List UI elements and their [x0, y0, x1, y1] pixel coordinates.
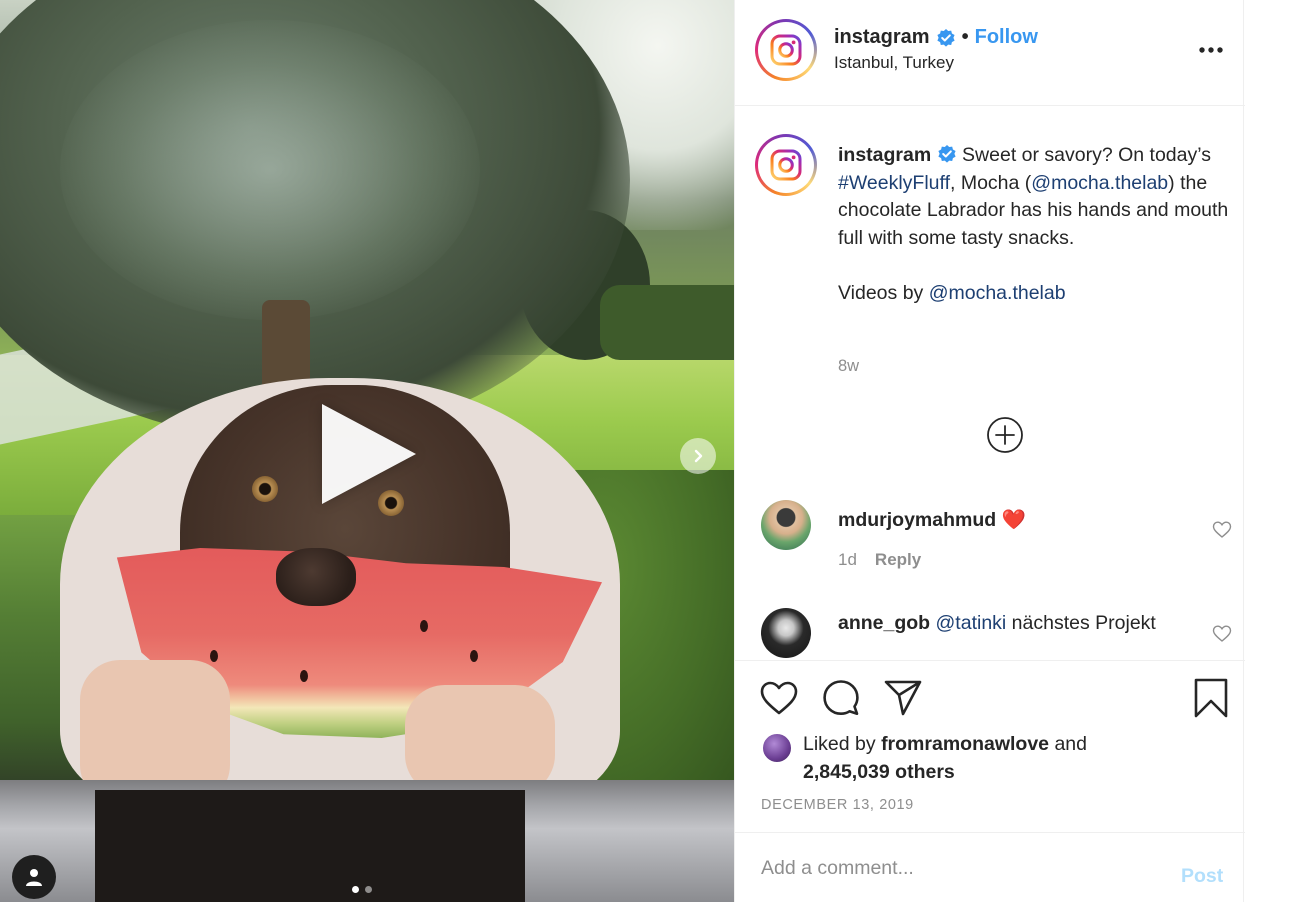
likes-middle: and [1049, 733, 1087, 755]
carousel-dot-active [352, 886, 359, 893]
action-bar [735, 662, 1245, 722]
add-comment-bar: Post [735, 832, 1245, 902]
author-row: instagram • Follow [834, 26, 1038, 49]
media-hedge [600, 285, 734, 360]
like-comment-icon[interactable] [1212, 520, 1232, 540]
comment-username[interactable]: anne_gob [838, 612, 930, 634]
media-hand-right [405, 685, 555, 795]
likes-prefix: Liked by [803, 733, 882, 755]
comment-icon[interactable] [821, 678, 861, 718]
mention-link[interactable]: @mocha.thelab [929, 282, 1066, 304]
instagram-logo-icon [770, 34, 802, 66]
caption-text-part: Sweet or savory? On today’s [956, 144, 1211, 166]
hashtag-link[interactable]: #WeeklyFluff [838, 172, 950, 194]
liker-username[interactable]: fromramonawlove [881, 733, 1049, 755]
caption-username[interactable]: instagram [838, 144, 931, 166]
like-icon[interactable] [759, 678, 799, 718]
likes-count[interactable]: 2,845,039 others [803, 761, 955, 783]
post-media[interactable] [0, 0, 734, 902]
post-date[interactable]: DECEMBER 13, 2019 [761, 797, 914, 813]
media-dog-eye-left [252, 476, 278, 502]
tagged-users-button[interactable] [12, 855, 56, 899]
comment-username[interactable]: mdurjoymahmud [838, 509, 996, 531]
load-more-comments-button[interactable] [986, 416, 1024, 454]
instagram-logo-icon [770, 149, 802, 181]
reply-button[interactable]: Reply [875, 550, 921, 570]
share-icon[interactable] [883, 678, 923, 718]
heart-emoji: ❤️ [996, 509, 1026, 531]
caption-text: instagram Sweet or savory? On today’s #W… [838, 142, 1233, 308]
media-seed [420, 620, 428, 632]
media-seed [470, 650, 478, 662]
media-dog-nose [276, 548, 356, 606]
media-dog-body [95, 790, 525, 902]
comments-section[interactable]: instagram Sweet or savory? On today’s #W… [735, 106, 1245, 661]
follow-button[interactable]: Follow [975, 26, 1038, 49]
caption-text-part: , Mocha ( [950, 171, 1032, 194]
comment-text: mdurjoymahmud ❤️ [838, 508, 1026, 532]
comment-body: nächstes Projekt [1006, 612, 1156, 634]
media-tree-highlight [60, 20, 480, 320]
play-icon[interactable] [322, 404, 416, 504]
chevron-right-icon [694, 449, 703, 463]
verified-badge-icon [936, 28, 955, 47]
avatar[interactable] [761, 500, 811, 550]
post-details-panel: instagram • Follow Istanbul, Turkey inst… [734, 0, 1245, 902]
plus-circle-icon [987, 417, 1023, 453]
carousel-indicator [352, 886, 372, 893]
comment-meta: 1d Reply [838, 550, 921, 570]
user-tag-icon [26, 869, 42, 886]
post-comment-button[interactable]: Post [1181, 865, 1223, 888]
post-header: instagram • Follow Istanbul, Turkey [735, 0, 1245, 106]
caption-text-part: Videos by [838, 281, 929, 304]
caption-timestamp[interactable]: 8w [838, 357, 859, 376]
save-icon[interactable] [1191, 678, 1231, 718]
comment-item: anne_gob @tatinki nächstes Projekt [735, 606, 1245, 660]
post-location[interactable]: Istanbul, Turkey [834, 53, 954, 73]
carousel-next-button[interactable] [680, 438, 716, 474]
like-comment-icon[interactable] [1212, 624, 1232, 644]
carousel-dot [365, 886, 372, 893]
mention-link[interactable]: @mocha.thelab [1031, 172, 1168, 194]
verified-badge-icon [938, 145, 956, 163]
author-username[interactable]: instagram [834, 26, 930, 49]
avatar[interactable] [761, 608, 811, 658]
header-separator: • [961, 26, 969, 48]
caption-author-avatar[interactable] [755, 134, 817, 196]
more-horizontal-icon [1199, 47, 1223, 53]
media-seed [210, 650, 218, 662]
comment-text: anne_gob @tatinki nächstes Projekt [838, 612, 1156, 635]
comment-input[interactable] [761, 853, 1161, 883]
comment-time[interactable]: 1d [838, 550, 857, 570]
author-avatar[interactable] [755, 19, 817, 81]
more-options-button[interactable] [1195, 36, 1227, 64]
mention-link[interactable]: @tatinki [936, 612, 1007, 634]
comment-item: mdurjoymahmud ❤️ 1d Reply [735, 498, 1245, 578]
likes-text: Liked by fromramonawlove and 2,845,039 ot… [803, 730, 1223, 786]
media-seed [300, 670, 308, 682]
liker-avatar[interactable] [761, 732, 793, 764]
